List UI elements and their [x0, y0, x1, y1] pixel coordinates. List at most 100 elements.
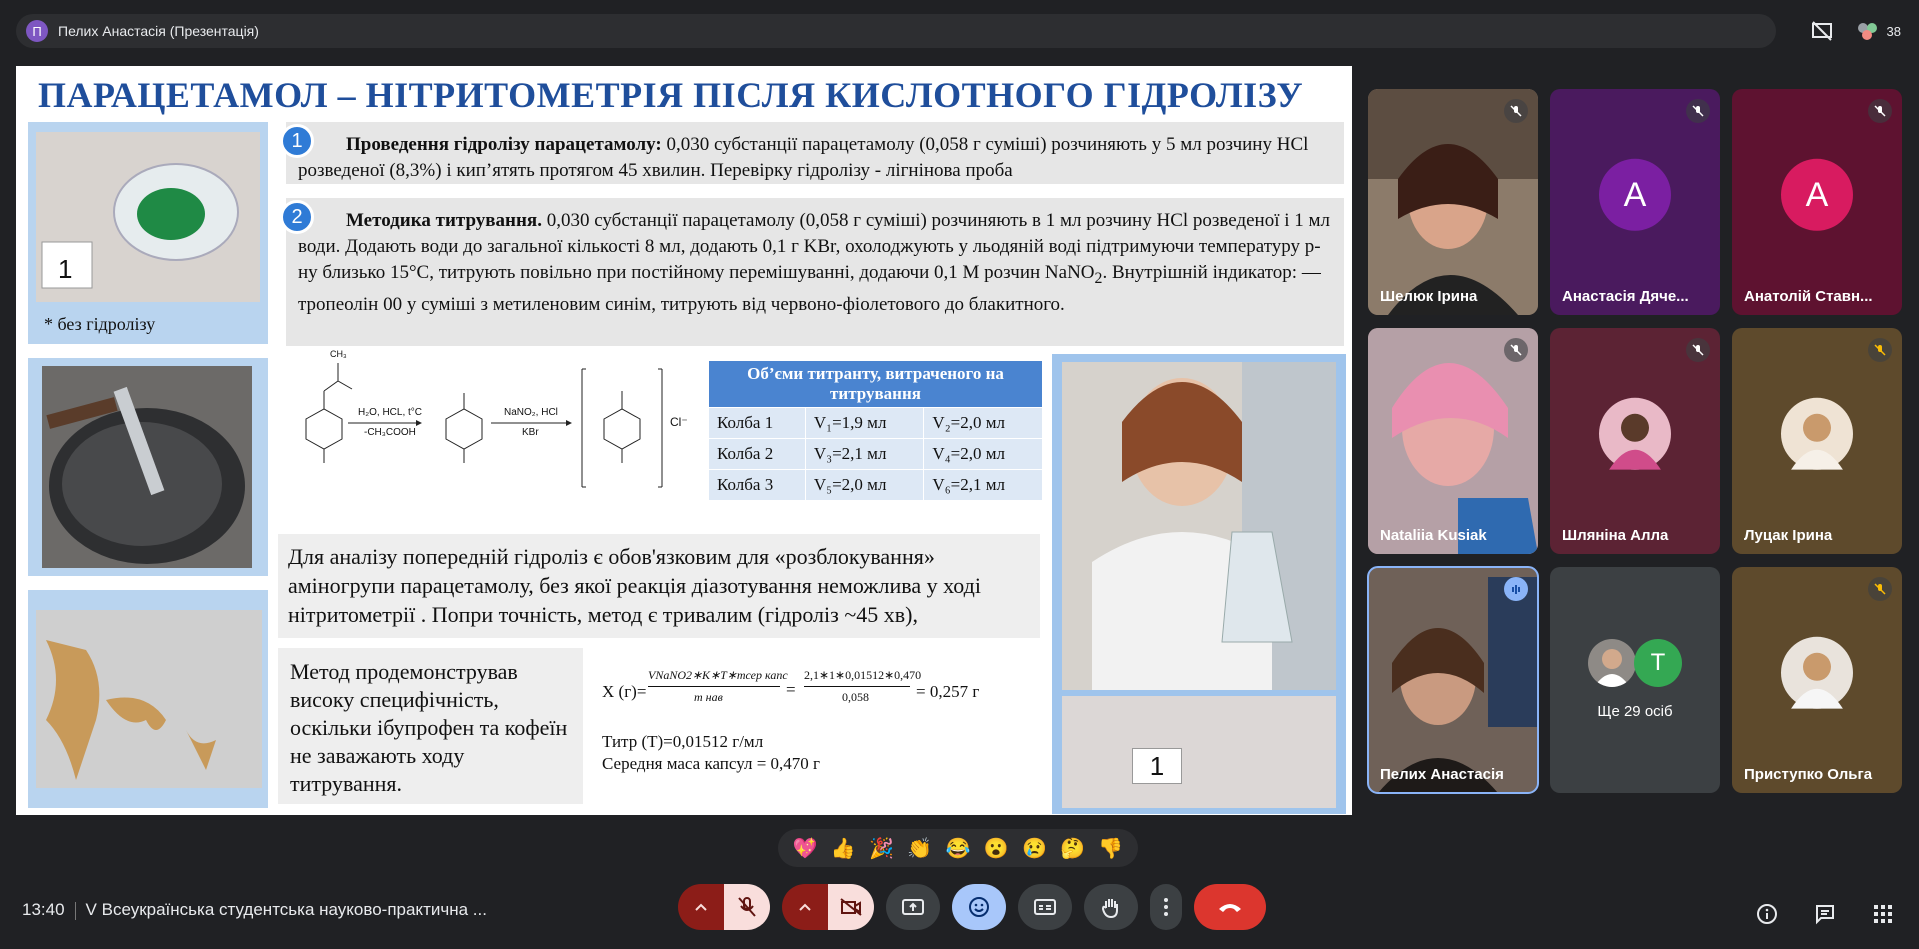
calc-numerator-values: 2,1∗1∗0,01512∗0,470: [804, 668, 922, 682]
reaction-thumbs-up[interactable]: 👍: [831, 836, 856, 861]
emoji-icon: [969, 897, 989, 917]
mass-value: Середня маса капсул = 0,470 г: [602, 754, 821, 773]
photo-paper-stains: [36, 610, 262, 788]
captions-button[interactable]: [1018, 884, 1072, 930]
participant-tile-presenter[interactable]: Пелих Анастасія: [1367, 566, 1539, 794]
hang-up-icon: [1219, 904, 1241, 912]
participant-tile[interactable]: А Анастасія Дяче...: [1550, 89, 1720, 315]
arrow1-top-label: H₂O, HCL, t°C: [358, 407, 422, 418]
photo-bottom-label: 1: [1132, 748, 1182, 784]
more-vert-icon: [1164, 898, 1168, 916]
table-row: Колба 3 V₅=2,0 мл V₆=2,1 мл: [708, 469, 1043, 501]
participants-button[interactable]: 38: [1855, 21, 1901, 41]
reaction-sad[interactable]: 😢: [1022, 836, 1047, 861]
meeting-details-button[interactable]: [1749, 896, 1785, 932]
participant-tile[interactable]: Приступко Ольга: [1732, 567, 1902, 793]
participant-avatar: [1781, 397, 1853, 470]
reactions-button[interactable]: [952, 884, 1006, 930]
arrow2-bottom-label: KBr: [522, 427, 539, 438]
photo-student: [1062, 362, 1336, 690]
photo-paper-green: 1: [36, 132, 260, 302]
participant-tile[interactable]: Шляніна Алла: [1550, 328, 1720, 554]
activities-button[interactable]: [1865, 896, 1901, 932]
captions-icon: [1034, 899, 1056, 915]
chat-button[interactable]: [1807, 896, 1843, 932]
photo1-caption: * без гідролізу: [44, 314, 156, 334]
muted-mic-icon: [1868, 99, 1892, 123]
leave-call-button[interactable]: [1194, 884, 1266, 930]
reaction-scheme: CH₃ H₂O, HCL, t°C -CH₃COOH NaNO₂, HCl KB…: [286, 349, 702, 509]
participant-name: Шляніна Алла: [1562, 527, 1669, 544]
participant-tile[interactable]: Natalіia Kusiak: [1368, 328, 1538, 554]
camera-control: [782, 884, 874, 930]
participant-avatar: [1599, 397, 1671, 470]
counterion-label: Cl⁻: [670, 415, 688, 429]
left-photo-panel-2: [28, 358, 268, 576]
reaction-surprised[interactable]: 😮: [984, 836, 1009, 861]
right-photo-panel: 1: [1052, 354, 1346, 814]
presenter-title: Пелих Анастасія (Презентація): [58, 23, 259, 39]
participant-tile[interactable]: А Анатолій Ставн...: [1732, 89, 1902, 315]
step-2-lead: Методика титрування.: [346, 210, 542, 231]
photo-flask-label: 1: [1062, 696, 1336, 808]
participant-name: Пелих Анастасія: [1380, 766, 1504, 783]
substituent-ch3: CH₃: [330, 349, 347, 359]
side-panel-buttons: [1749, 896, 1901, 932]
chat-icon: [1816, 905, 1834, 925]
clock-time: 13:40: [22, 900, 65, 919]
note-specificity: Метод продемонстрував високу специфічніс…: [278, 648, 583, 804]
reaction-thinking[interactable]: 🤔: [1060, 836, 1085, 861]
mic-toggle-button[interactable]: [724, 884, 770, 930]
hide-presentation-icon[interactable]: [1805, 14, 1839, 48]
participant-tile[interactable]: Луцак Ірина: [1732, 328, 1902, 554]
table-cell: Колба 2: [708, 438, 806, 470]
table-cell: Колба 3: [708, 469, 806, 501]
left-photo-panel-3: [28, 590, 268, 808]
reaction-clap[interactable]: 👏: [907, 836, 932, 861]
reaction-heart[interactable]: 💖: [793, 836, 818, 861]
participant-name: Шелюк Ірина: [1380, 288, 1478, 305]
table-header: Об’єми титранту, витраченого на титруван…: [708, 360, 1043, 408]
table-row: Колба 2 V₃=2,1 мл V₄=2,0 мл: [708, 438, 1043, 470]
participant-name: Анастасія Дяче...: [1562, 288, 1689, 305]
reactions-bar: 💖 👍 🎉 👏 😂 😮 😢 🤔 👎: [778, 829, 1138, 867]
muted-mic-icon: [1868, 577, 1892, 601]
arrow1-bottom-label: -CH₃COOH: [364, 427, 416, 438]
mic-options-button[interactable]: [678, 884, 724, 930]
muted-mic-icon: [1504, 99, 1528, 123]
speaking-indicator-icon: [1504, 577, 1528, 601]
table-cell: V₅=2,0 мл: [804, 469, 925, 501]
more-participants-label: Ще 29 осіб: [1597, 703, 1673, 720]
reaction-laugh[interactable]: 😂: [946, 836, 971, 861]
table-cell: V₁=1,9 мл: [804, 407, 925, 439]
presentation-bar: П Пелих Анастасія (Презентація): [16, 14, 1776, 48]
table-cell: V₂=2,0 мл: [923, 407, 1043, 439]
mic-off-icon: [738, 897, 756, 917]
step-2-box: 2 Методика титрування. 0,030 субстанції …: [280, 198, 1344, 346]
titr-value: Титр (Т)=0,01512 г/мл: [602, 732, 764, 751]
present-screen-button[interactable]: [886, 884, 940, 930]
participants-icon: [1857, 23, 1877, 40]
reaction-party[interactable]: 🎉: [869, 836, 894, 861]
more-participants-tile[interactable]: Т Ще 29 осіб: [1550, 567, 1720, 793]
participant-tile[interactable]: Шелюк Ірина: [1368, 89, 1538, 315]
arrow2-top-label: NaNO₂, HCl: [504, 407, 558, 418]
reaction-thumbs-down[interactable]: 👎: [1098, 836, 1123, 861]
step-1-lead: Проведення гідролізу парацетамолу:: [346, 134, 662, 155]
camera-toggle-button[interactable]: [828, 884, 874, 930]
calc-lhs: X (г)=: [602, 682, 647, 701]
participant-name: Анатолій Ставн...: [1744, 288, 1873, 305]
camera-options-button[interactable]: [782, 884, 828, 930]
participant-name: Natalіia Kusiak: [1380, 527, 1487, 544]
muted-mic-icon: [1504, 338, 1528, 362]
meeting-info: 13:40 V Всеукраїнська студентська науково…: [22, 900, 487, 920]
mic-control: [678, 884, 770, 930]
presenter-avatar: П: [26, 20, 48, 42]
apps-grid-icon: [1874, 905, 1892, 923]
more-options-button[interactable]: [1150, 884, 1182, 930]
titration-table: Об’єми титранту, витраченого на титруван…: [708, 360, 1043, 501]
left-photo-panel-1: 1 * без гідролізу: [28, 122, 268, 344]
table-row: Колба 1 V₁=1,9 мл V₂=2,0 мл: [708, 407, 1043, 439]
raise-hand-button[interactable]: [1084, 884, 1138, 930]
info-icon: [1757, 904, 1777, 924]
